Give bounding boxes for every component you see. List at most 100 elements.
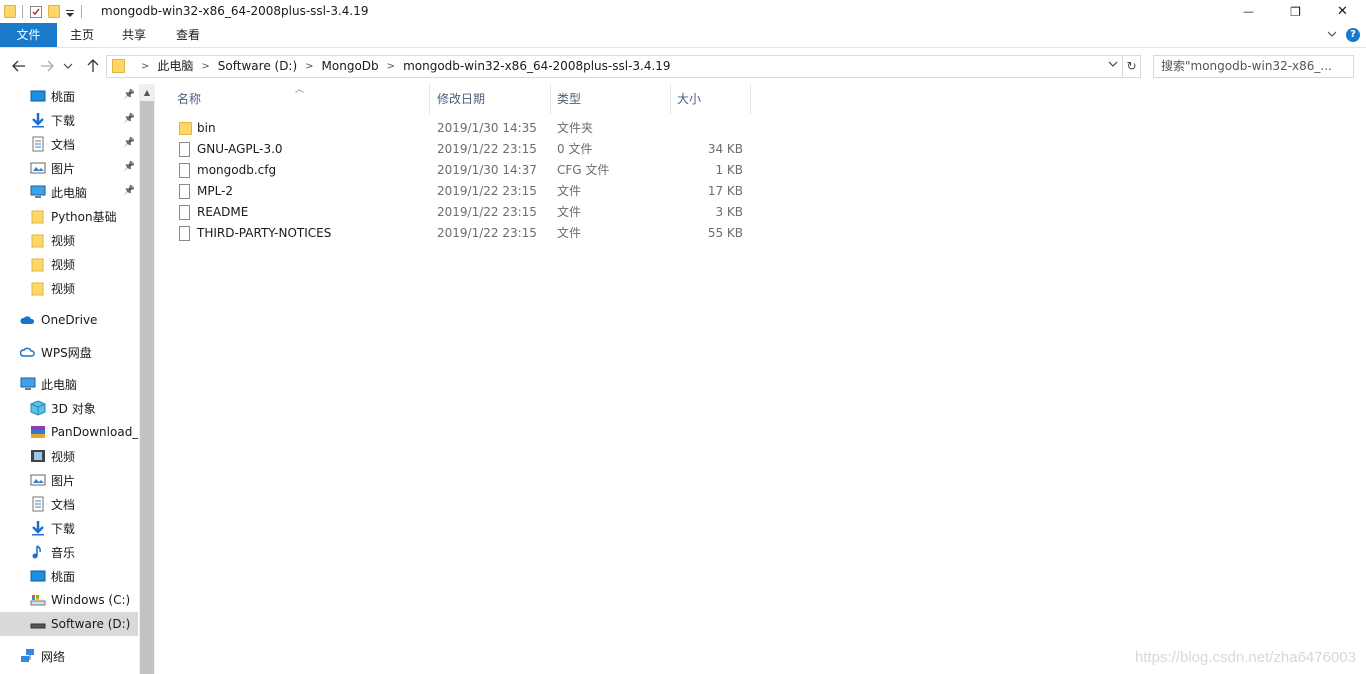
help-icon[interactable]: ?: [1346, 28, 1360, 42]
sidebar-item[interactable]: 视频: [0, 252, 138, 276]
file-type: 文件夹: [557, 121, 594, 135]
minimize-button[interactable]: —: [1225, 0, 1272, 23]
file-type: 0 文件: [557, 142, 593, 156]
back-button[interactable]: [9, 56, 29, 76]
sidebar-item-label: 3D 对象: [51, 401, 96, 416]
tab-share[interactable]: 共享: [109, 23, 159, 47]
sidebar-item[interactable]: 此电脑: [0, 372, 138, 396]
sidebar-item[interactable]: 桃面 📌: [0, 84, 138, 108]
address-dropdown-icon[interactable]: [1106, 59, 1120, 73]
sidebar-item[interactable]: 视频: [0, 444, 138, 468]
sidebar-item-label: PanDownload_: [51, 425, 138, 439]
sidebar-item[interactable]: 此电脑 📌: [0, 180, 138, 204]
file-size: 3 KB: [715, 205, 743, 219]
sidebar-scrollbar[interactable]: ▲: [139, 84, 155, 674]
minimize-icon: —: [1243, 5, 1254, 18]
scroll-up-icon[interactable]: ▲: [139, 84, 155, 101]
refresh-icon[interactable]: ↻: [1122, 56, 1140, 77]
file-icon: [179, 163, 190, 178]
videos-icon: [30, 448, 46, 464]
breadcrumb-separator-icon[interactable]: >: [305, 56, 313, 77]
file-modified: 2019/1/22 23:15: [437, 205, 537, 219]
folder-icon: [30, 256, 46, 272]
file-name: MPL-2: [197, 184, 234, 198]
breadcrumb-item[interactable]: Software (D:): [218, 56, 297, 77]
file-row[interactable]: MPL-2 2019/1/22 23:15 文件 17 KB: [175, 181, 751, 202]
computer-icon: [20, 376, 36, 392]
tab-home[interactable]: 主页: [57, 23, 107, 47]
sidebar-item[interactable]: 网络: [0, 644, 138, 668]
sidebar-item[interactable]: 图片: [0, 468, 138, 492]
sidebar-item[interactable]: 3D 对象: [0, 396, 138, 420]
file-row[interactable]: README 2019/1/22 23:15 文件 3 KB: [175, 202, 751, 223]
folder-icon: [30, 208, 46, 224]
file-row[interactable]: GNU-AGPL-3.0 2019/1/22 23:15 0 文件 34 KB: [175, 139, 751, 160]
folder-icon: [30, 232, 46, 248]
sidebar-item-label: 下载: [51, 113, 76, 128]
restore-button[interactable]: ❐: [1272, 0, 1319, 23]
sidebar-item[interactable]: 下载 📌: [0, 108, 138, 132]
forward-button[interactable]: [37, 56, 57, 76]
sidebar-item[interactable]: 文档 📌: [0, 132, 138, 156]
address-bar[interactable]: > 此电脑 > Software (D:) > MongoDb > mongod…: [106, 55, 1141, 78]
archive-icon: [30, 424, 46, 440]
sidebar-item[interactable]: 下载: [0, 516, 138, 540]
file-modified: 2019/1/22 23:15: [437, 142, 537, 156]
sidebar-item-label: 网络: [41, 649, 66, 664]
file-name: mongodb.cfg: [197, 163, 277, 177]
sidebar-item[interactable]: Software (D:): [0, 612, 138, 636]
sidebar-item[interactable]: PanDownload_: [0, 420, 138, 444]
file-name: README: [197, 205, 249, 219]
sidebar-item[interactable]: WPS网盘: [0, 340, 138, 364]
breadcrumb-separator-icon[interactable]: >: [387, 56, 395, 77]
file-row[interactable]: THIRD-PARTY-NOTICES 2019/1/22 23:15 文件 55 K…: [175, 223, 751, 244]
folder-icon: [4, 5, 16, 18]
close-button[interactable]: ✕: [1319, 0, 1366, 23]
sidebar-item[interactable]: 桃面: [0, 564, 138, 588]
properties-icon[interactable]: [29, 5, 43, 19]
breadcrumb-item[interactable]: MongoDb: [322, 56, 379, 77]
breadcrumb-item[interactable]: 此电脑: [157, 56, 193, 77]
sidebar-item[interactable]: 视频: [0, 276, 138, 300]
file-row[interactable]: bin 2019/1/30 14:35 文件夹: [175, 118, 751, 139]
customize-toolbar-icon[interactable]: [65, 5, 75, 19]
navigation-bar: > 此电脑 > Software (D:) > MongoDb > mongod…: [0, 50, 1366, 83]
sidebar-item[interactable]: OneDrive: [0, 308, 138, 332]
sidebar-item-label: 图片: [51, 473, 76, 488]
pictures-icon: [30, 472, 46, 488]
sidebar-item[interactable]: 视频: [0, 228, 138, 252]
up-button[interactable]: [83, 56, 103, 76]
navigation-pane: 桃面 📌 下载 📌 文档 📌 图片 📌 此电脑 📌 Python基础 视频 视频 视频 OneDrive WP…: [0, 84, 155, 674]
file-type: 文件: [557, 184, 582, 198]
folder-icon: [179, 122, 192, 135]
file-icon: [179, 205, 190, 220]
sidebar-item[interactable]: 图片 📌: [0, 156, 138, 180]
file-modified: 2019/1/22 23:15: [437, 184, 537, 198]
column-header-size[interactable]: 大小: [671, 84, 751, 114]
sidebar-item-label: Software (D:): [51, 617, 131, 631]
file-row[interactable]: mongodb.cfg 2019/1/30 14:37 CFG 文件 1 KB: [175, 160, 751, 181]
breadcrumb-item[interactable]: mongodb-win32-x86_64-2008plus-ssl-3.4.19: [403, 56, 671, 77]
tab-view[interactable]: 查看: [162, 23, 214, 47]
search-input[interactable]: 搜索"mongodb-win32-x86_...: [1153, 55, 1354, 78]
sidebar-item[interactable]: 文档: [0, 492, 138, 516]
new-folder-icon[interactable]: [48, 5, 60, 18]
sidebar-item[interactable]: Windows (C:): [0, 588, 138, 612]
toolbar-divider: [81, 5, 82, 18]
column-header-type[interactable]: 类型: [551, 84, 671, 114]
expand-ribbon-icon[interactable]: [1326, 28, 1338, 40]
breadcrumb-separator-icon[interactable]: >: [201, 56, 209, 77]
download-icon: [30, 520, 46, 536]
document-icon: [30, 136, 46, 152]
column-header-modified[interactable]: 修改日期: [431, 84, 551, 114]
scrollbar-thumb[interactable]: [140, 101, 154, 674]
sidebar-item[interactable]: Python基础: [0, 204, 138, 228]
download-icon: [30, 112, 46, 128]
tab-file[interactable]: 文件: [0, 23, 57, 47]
sidebar-item[interactable]: 音乐: [0, 540, 138, 564]
desktop-icon: [30, 568, 46, 584]
recent-locations-button[interactable]: [61, 56, 75, 76]
file-type: 文件: [557, 226, 582, 240]
forward-arrow-icon: [41, 60, 54, 72]
close-icon: ✕: [1337, 4, 1348, 19]
